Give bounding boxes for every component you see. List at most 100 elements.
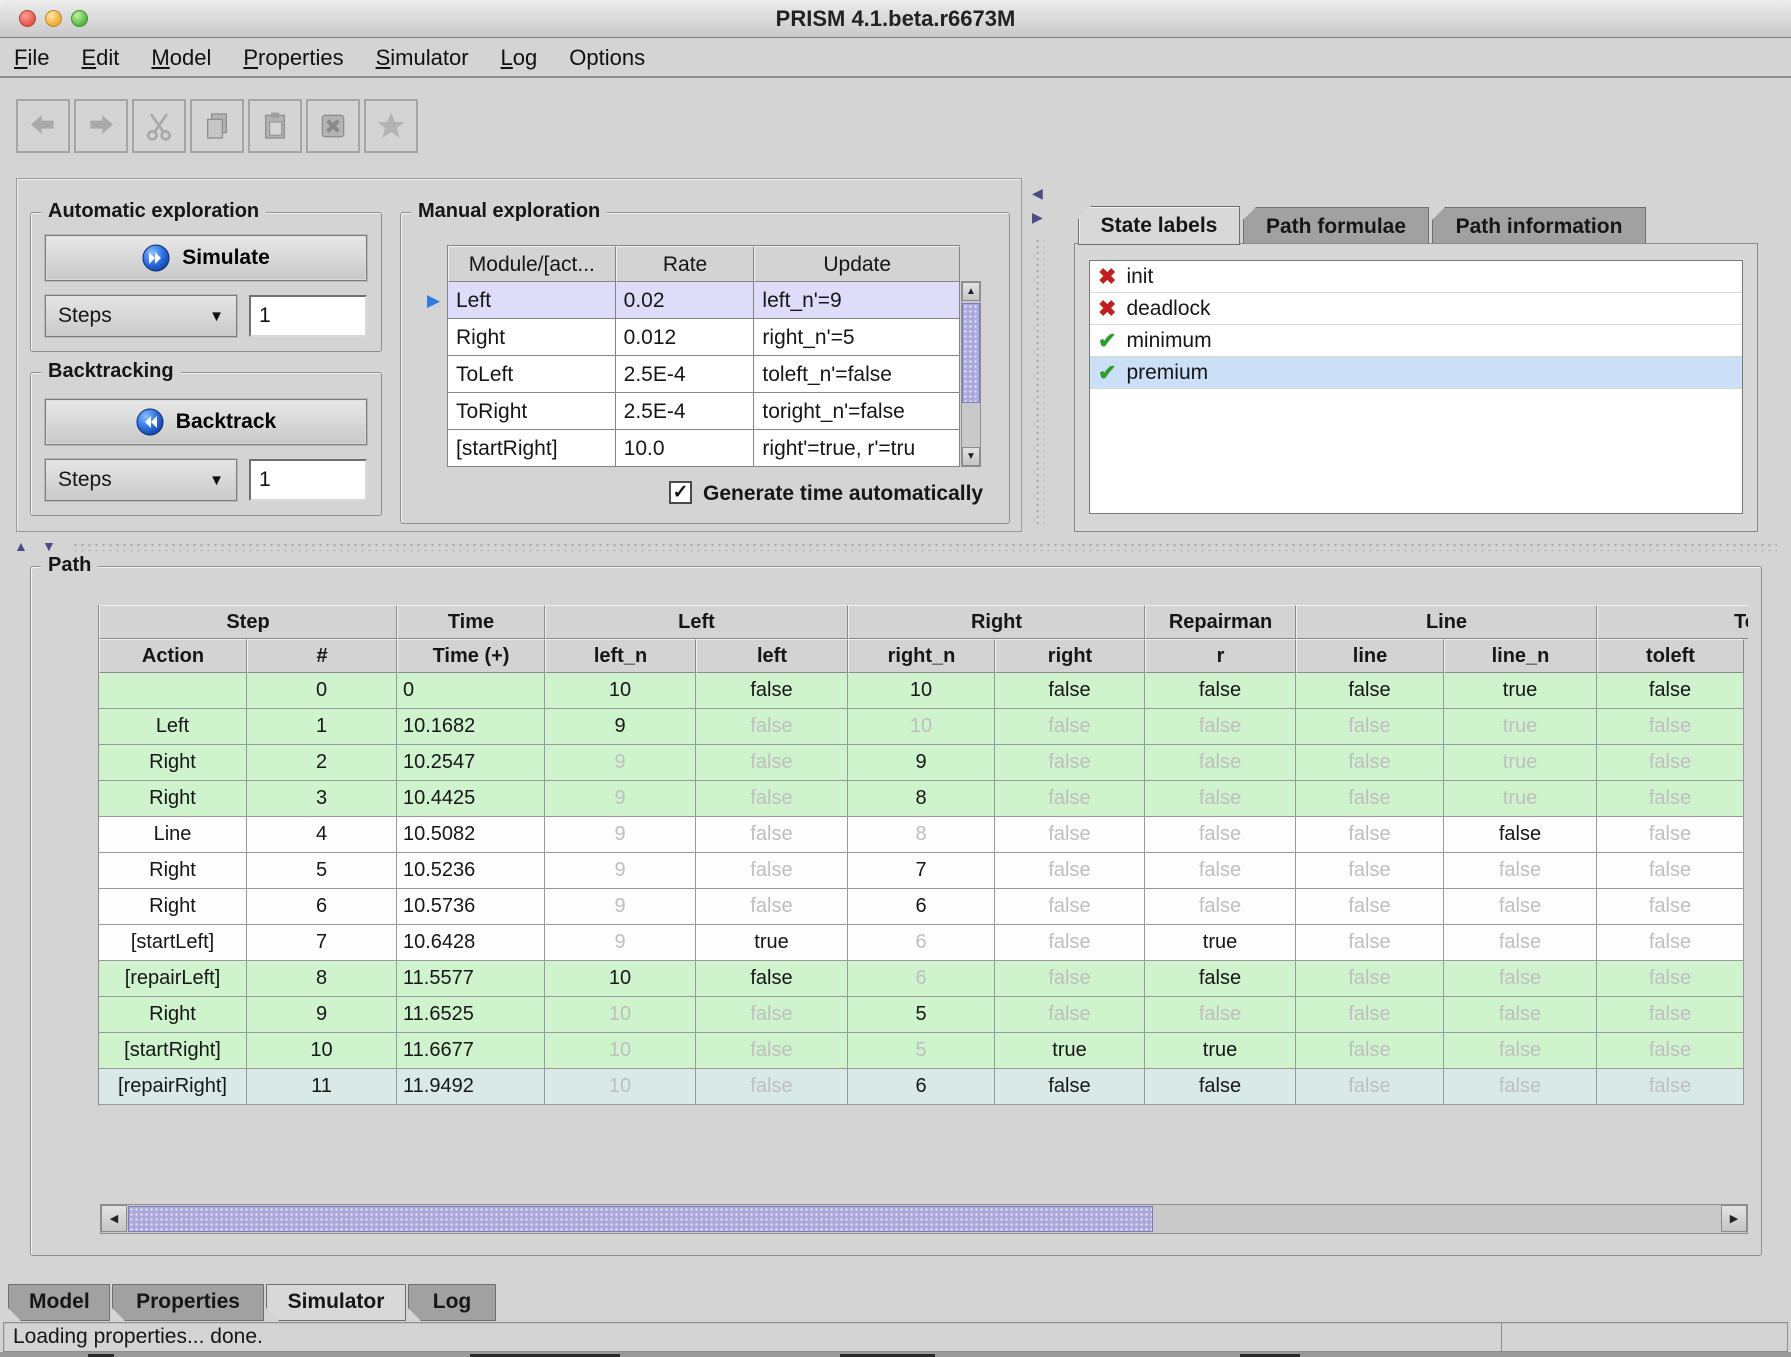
horizontal-splitter[interactable]: ▲ ▼ (8, 539, 1783, 554)
path-step-row[interactable]: Right911.652510false5falsefalsefalsefals… (99, 997, 1748, 1033)
undo-icon (27, 110, 59, 142)
tab-state-labels[interactable]: State labels (1078, 206, 1240, 245)
manual-transition-row[interactable]: ToLeft2.5E-4toleft_n'=false (448, 356, 960, 393)
vertical-splitter[interactable]: ◀ ▶ (1032, 178, 1046, 532)
auto-steps-combo[interactable]: Steps ▼ (45, 295, 237, 337)
state-labels-list[interactable]: ✖init✖deadlock✔minimum✔premium (1089, 260, 1743, 514)
manual-exploration-group: Manual exploration ▶ Module/[act...RateU… (400, 212, 1010, 524)
menu-item-options[interactable]: Options (569, 45, 645, 71)
cut-button[interactable] (132, 99, 186, 153)
state-label-deadlock[interactable]: ✖deadlock (1090, 293, 1742, 325)
auto-steps-input[interactable] (249, 295, 367, 337)
simulate-button[interactable]: Simulate (45, 235, 367, 281)
collapse-right-icon[interactable]: ▶ (1032, 210, 1043, 224)
undo-button[interactable] (16, 99, 70, 153)
chevron-down-icon: ▼ (209, 308, 224, 325)
prism-window: PRISM 4.1.beta.r6673M FileEditModelPrope… (0, 0, 1791, 1357)
path-step-row[interactable]: 0010false10falsefalsefalsetruefalse (99, 673, 1748, 709)
bottom-tab-properties[interactable]: Properties (112, 1284, 264, 1321)
manual-transition-row[interactable]: ToRight2.5E-4toright_n'=false (448, 393, 960, 430)
path-group-header: Left (545, 605, 848, 639)
paste-button[interactable] (248, 99, 302, 153)
path-step-row[interactable]: Line410.50829false8falsefalsefalsefalsef… (99, 817, 1748, 853)
tab-path-formulae[interactable]: Path formulae (1243, 207, 1429, 244)
path-step-row[interactable]: [startRight]1011.667710false5truetruefal… (99, 1033, 1748, 1069)
scroll-left-icon[interactable]: ◀ (101, 1205, 127, 1232)
generate-time-checkbox[interactable]: ✓ (669, 481, 692, 504)
backtrack-button[interactable]: Backtrack (45, 399, 367, 445)
path-step-row[interactable]: Right210.25479false9falsefalsefalsetruef… (99, 745, 1748, 781)
copy-icon (201, 110, 233, 142)
state-label-minimum[interactable]: ✔minimum (1090, 325, 1742, 357)
path-step-row[interactable]: [repairRight]1111.949210false6falsefalse… (99, 1069, 1748, 1105)
menu-item-edit[interactable]: Edit (81, 45, 119, 71)
delete-icon (317, 110, 349, 142)
path-step-row[interactable]: Right310.44259false8falsefalsefalsetruef… (99, 781, 1748, 817)
menu-item-log[interactable]: Log (501, 45, 538, 71)
automatic-exploration-group: Automatic exploration Simulate Steps ▼ (30, 212, 382, 352)
selected-transition-arrow-icon: ▶ (427, 291, 440, 311)
path-step-row[interactable]: [startLeft]710.64289true6falsetruefalsef… (99, 925, 1748, 961)
scroll-right-icon[interactable]: ▶ (1721, 1205, 1747, 1232)
menu-item-simulator[interactable]: Simulator (376, 45, 469, 71)
collapse-up-icon[interactable]: ▲ (14, 539, 28, 553)
path-col-header: toleft (1597, 639, 1744, 673)
bottom-tab-model[interactable]: Model (8, 1284, 110, 1321)
manual-transition-row[interactable]: Right0.012right_n'=5 (448, 319, 960, 356)
manual-transition-row[interactable]: [startRight]10.0right'=true, r'=tru (448, 430, 960, 467)
manual-scrollbar-thumb[interactable] (962, 303, 980, 403)
path-table[interactable]: StepTimeLeftRightRepairmanLineToAction#T… (98, 605, 1748, 1106)
scroll-down-icon[interactable]: ▼ (962, 447, 980, 466)
path-scrollbar-thumb[interactable] (128, 1206, 1153, 1232)
state-label-init[interactable]: ✖init (1090, 261, 1742, 293)
state-labels-panel: ✖init✖deadlock✔minimum✔premium (1074, 243, 1758, 532)
status-divider (1501, 1323, 1502, 1351)
path-step-row[interactable]: Right610.57369false6falsefalsefalsefalse… (99, 889, 1748, 925)
manual-exploration-table[interactable]: Module/[act...RateUpdateLeft0.02left_n'=… (447, 245, 960, 467)
menu-item-file[interactable]: File (14, 45, 49, 71)
check-icon: ✔ (1098, 360, 1116, 386)
path-group-header: Step (99, 605, 397, 639)
path-step-row[interactable]: Left110.16829false10falsefalsefalsetruef… (99, 709, 1748, 745)
scroll-up-icon[interactable]: ▲ (962, 282, 980, 301)
cut-icon (143, 110, 175, 142)
path-col-header: Time (+) (397, 639, 545, 673)
redo-icon (85, 110, 117, 142)
backtracking-group: Backtracking Backtrack Steps ▼ (30, 372, 382, 516)
window-title: PRISM 4.1.beta.r6673M (0, 0, 1791, 38)
backtrack-steps-combo-value: Steps (58, 468, 112, 492)
star-icon (375, 110, 407, 142)
title-bar: PRISM 4.1.beta.r6673M (0, 0, 1791, 38)
path-group-header: Right (848, 605, 1145, 639)
cross-icon: ✖ (1098, 264, 1116, 290)
menu-item-model[interactable]: Model (151, 45, 211, 71)
copy-button[interactable] (190, 99, 244, 153)
simulate-label: Simulate (182, 246, 270, 270)
state-label-premium[interactable]: ✔premium (1090, 357, 1742, 389)
bottom-tab-simulator[interactable]: Simulator (266, 1284, 406, 1321)
redo-button[interactable] (74, 99, 128, 153)
manual-col-header: Rate (616, 246, 755, 282)
menu-bar: File Edit Model Properties Simulator Log Optio… (0, 39, 1791, 78)
automatic-exploration-title: Automatic exploration (41, 200, 266, 223)
path-col-header: line (1296, 639, 1444, 673)
manual-col-header: Module/[act... (448, 246, 616, 282)
menu-item-properties[interactable]: Properties (243, 45, 343, 71)
backtrack-steps-combo[interactable]: Steps ▼ (45, 459, 237, 501)
backtrack-steps-input[interactable] (249, 459, 367, 501)
check-icon: ✔ (1098, 328, 1116, 354)
bottom-tab-log[interactable]: Log (408, 1284, 496, 1321)
path-step-row[interactable]: [repairLeft]811.557710false6falsefalsefa… (99, 961, 1748, 997)
delete-button[interactable] (306, 99, 360, 153)
manual-transition-row[interactable]: Left0.02left_n'=9 (448, 282, 960, 319)
collapse-left-icon[interactable]: ◀ (1032, 186, 1043, 200)
manual-table-scrollbar[interactable]: ▲ ▼ (961, 281, 981, 467)
star-button[interactable] (364, 99, 418, 153)
status-bar: Loading properties... done. (3, 1322, 1788, 1352)
backtrack-label: Backtrack (176, 410, 276, 434)
path-col-header: line_n (1444, 639, 1597, 673)
tab-path-information[interactable]: Path information (1432, 207, 1646, 244)
collapse-down-icon[interactable]: ▼ (42, 539, 56, 553)
path-table-hscrollbar[interactable]: ◀ ▶ (100, 1204, 1748, 1234)
path-step-row[interactable]: Right510.52369false7falsefalsefalsefalse… (99, 853, 1748, 889)
